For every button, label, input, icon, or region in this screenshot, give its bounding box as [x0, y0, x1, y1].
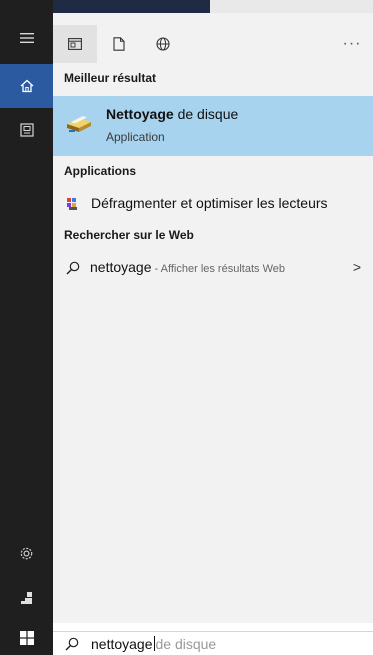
- defrag-icon: [67, 198, 77, 210]
- web-result-query: nettoyage: [90, 259, 152, 275]
- search-box-icon: [65, 637, 79, 651]
- search-typed-text: nettoyage: [91, 636, 153, 652]
- app-result-item[interactable]: Défragmenter et optimiser les lecteurs: [53, 189, 373, 219]
- best-result-item[interactable]: Nettoyage de disque Application: [53, 96, 373, 156]
- best-result-subtitle: Application: [106, 130, 165, 144]
- user-button[interactable]: [0, 576, 53, 620]
- tab-documents[interactable]: [97, 25, 141, 63]
- best-result-title-rest: de disque: [173, 106, 239, 122]
- best-result-title: Nettoyage de disque: [106, 106, 238, 122]
- best-result-title-bold: Nettoyage: [106, 106, 174, 122]
- settings-button[interactable]: [0, 531, 53, 575]
- taskbar-strip: [0, 0, 373, 13]
- section-applications: Applications: [64, 164, 137, 178]
- more-options-button[interactable]: ···: [337, 25, 367, 63]
- recent-docs-icon: [19, 123, 34, 137]
- recent-docs-button[interactable]: [0, 108, 53, 152]
- section-best-match: Meilleur résultat: [64, 71, 157, 85]
- apps-icon: [68, 38, 82, 50]
- text-caret: [153, 636, 155, 651]
- search-icon: [66, 261, 80, 275]
- start-rail: [0, 0, 53, 655]
- home-button[interactable]: [0, 64, 53, 108]
- globe-icon: [156, 37, 170, 51]
- app-result-label: Défragmenter et optimiser les lecteurs: [91, 195, 328, 211]
- web-result-hint: - Afficher les résultats Web: [151, 263, 285, 275]
- tab-apps[interactable]: [53, 25, 97, 63]
- taskbar-strip-light: [210, 0, 373, 13]
- user-icon: [20, 592, 32, 604]
- document-icon: [113, 37, 125, 51]
- tab-web[interactable]: [141, 25, 185, 63]
- section-web: Rechercher sur le Web: [64, 228, 194, 242]
- search-suggestion-text: de disque: [155, 636, 217, 652]
- chevron-right-icon[interactable]: >: [353, 259, 361, 275]
- search-input[interactable]: nettoyage de disque: [91, 636, 216, 652]
- web-result-text: nettoyage - Afficher les résultats Web: [90, 259, 285, 275]
- home-icon: [20, 79, 33, 93]
- settings-icon: [20, 547, 33, 559]
- start-button[interactable]: [0, 621, 53, 655]
- search-results-panel: ··· Meilleur résultat Nettoyage de disqu…: [53, 13, 373, 623]
- search-box[interactable]: nettoyage de disque: [53, 631, 373, 655]
- hamburger-button[interactable]: [0, 16, 53, 60]
- windows-start-icon: [19, 631, 34, 645]
- web-result-item[interactable]: nettoyage - Afficher les résultats Web >: [53, 253, 373, 283]
- filter-tabbar: ···: [53, 25, 373, 63]
- hamburger-icon: [19, 33, 34, 43]
- disk-cleanup-icon: [67, 116, 91, 132]
